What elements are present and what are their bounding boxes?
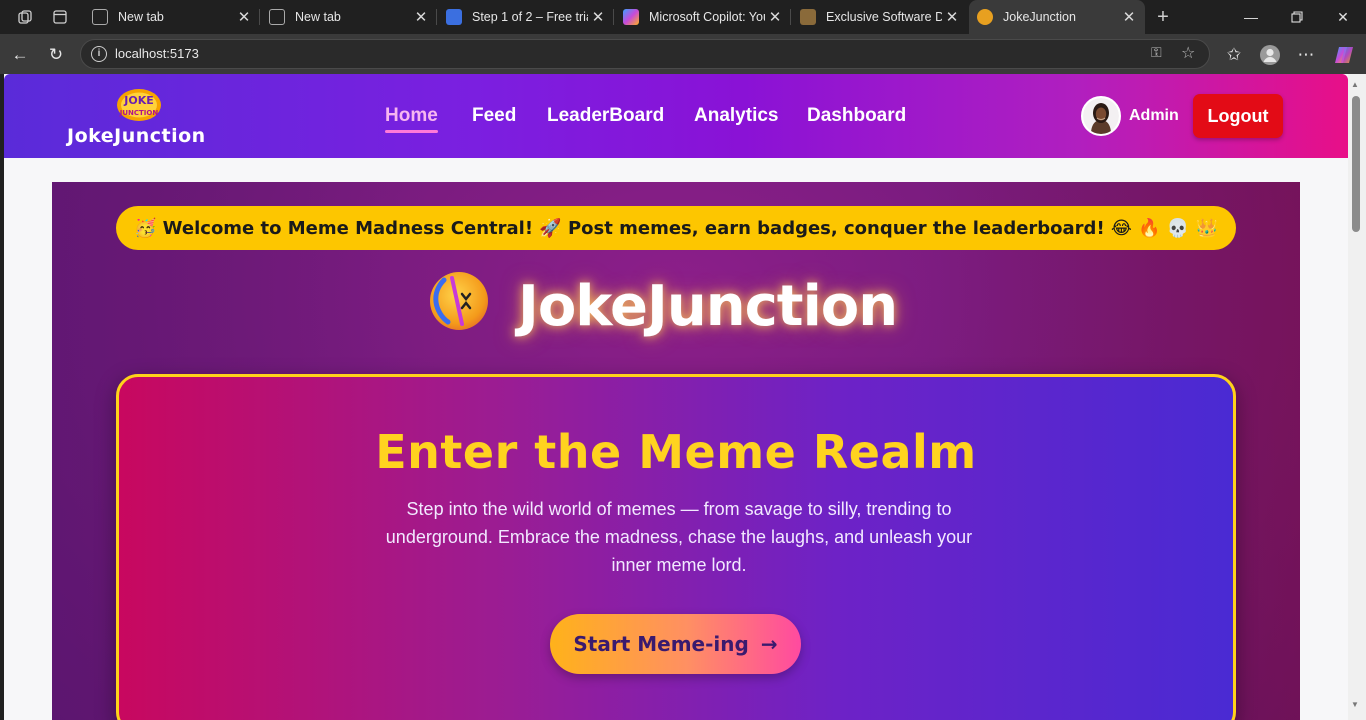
nav-link-leaderboard[interactable]: LeaderBoard — [547, 105, 664, 127]
close-icon[interactable]: ✕ — [1119, 8, 1139, 26]
logout-button[interactable]: Logout — [1193, 94, 1283, 138]
url-text[interactable]: localhost:5173 — [115, 46, 199, 61]
jokejunction-logo[interactable]: JOKE JUNCTION — [116, 88, 162, 122]
tab-exclusive-software[interactable]: Exclusive Software De ✕ — [792, 0, 968, 34]
jokejunction-favicon-icon — [977, 9, 993, 25]
nav-link-home[interactable]: Home — [385, 105, 438, 133]
favorites-icon[interactable]: ✩ — [1221, 42, 1247, 68]
close-icon[interactable]: ✕ — [588, 8, 608, 26]
tab-free-trial[interactable]: Step 1 of 2 – Free trial ✕ — [438, 0, 614, 34]
scroll-down-icon[interactable]: ▼ — [1351, 700, 1359, 709]
address-bar[interactable]: i localhost:5173 ⚿ ☆ — [80, 39, 1210, 69]
vertical-tabs-icon[interactable] — [49, 6, 71, 28]
refresh-icon[interactable]: ↻ — [43, 42, 69, 68]
close-icon[interactable]: ✕ — [234, 8, 254, 26]
restore-icon[interactable] — [1274, 0, 1320, 34]
hero-title: JokeJunction — [518, 274, 898, 339]
tab-jokejunction[interactable]: JokeJunction ✕ — [969, 0, 1145, 34]
site-navbar: JOKE JUNCTION JokeJunction Home Feed Lea… — [4, 74, 1348, 158]
web-page: JOKE JUNCTION JokeJunction Home Feed Lea… — [4, 74, 1348, 720]
arrow-right-icon: → — [760, 632, 778, 656]
card-title: Enter the Meme Realm — [375, 425, 977, 479]
nav-link-analytics[interactable]: Analytics — [694, 105, 778, 127]
window-close-icon[interactable]: ✕ — [1320, 0, 1366, 34]
copilot-icon[interactable] — [1331, 42, 1357, 68]
intro-card: Enter the Meme Realm Step into the wild … — [116, 374, 1236, 720]
more-icon[interactable]: ⋯ — [1293, 42, 1319, 68]
browser-toolbar: ← ↻ i localhost:5173 ⚿ ☆ ✩ ⋯ — [0, 34, 1366, 74]
scrollbar-thumb[interactable] — [1352, 96, 1360, 232]
gift-icon — [446, 9, 462, 25]
laughing-emoji-logo-icon — [428, 270, 490, 332]
logo-text-bottom: JUNCTION — [119, 109, 159, 117]
close-icon[interactable]: ✕ — [411, 8, 431, 26]
page-icon — [92, 9, 108, 25]
scroll-up-icon[interactable]: ▲ — [1351, 80, 1359, 89]
cta-label: Start Meme-ing — [573, 632, 749, 656]
hero-section: 🥳 Welcome to Meme Madness Central! 🚀 Pos… — [52, 182, 1300, 720]
logo-text-top: JOKE — [123, 94, 153, 107]
tab-title: Step 1 of 2 – Free trial — [472, 10, 588, 24]
tab-new-tab-2[interactable]: New tab ✕ — [261, 0, 437, 34]
brand-name[interactable]: JokeJunction — [67, 125, 206, 147]
site-icon — [800, 9, 816, 25]
copilot-icon — [623, 9, 639, 25]
workspaces-icon[interactable] — [14, 6, 36, 28]
welcome-marquee: 🥳 Welcome to Meme Madness Central! 🚀 Pos… — [116, 206, 1236, 250]
tab-title: JokeJunction — [1003, 10, 1076, 24]
user-name: Admin — [1129, 107, 1179, 124]
favorite-star-icon[interactable]: ☆ — [1181, 43, 1195, 63]
start-memeing-button[interactable]: Start Meme-ing → — [550, 614, 801, 674]
back-icon[interactable]: ← — [7, 42, 33, 68]
card-description: Step into the wild world of memes — from… — [385, 499, 973, 575]
tab-title: Exclusive Software De — [826, 10, 942, 24]
nav-link-feed[interactable]: Feed — [472, 105, 516, 127]
page-scrollbar[interactable]: ▲ ▼ — [1348, 74, 1366, 720]
tab-new-tab-1[interactable]: New tab ✕ — [84, 0, 260, 34]
nav-link-dashboard[interactable]: Dashboard — [807, 105, 906, 127]
close-icon[interactable]: ✕ — [942, 8, 962, 26]
minimize-icon[interactable]: — — [1228, 0, 1274, 34]
tab-title: Microsoft Copilot: You — [649, 10, 765, 24]
close-icon[interactable]: ✕ — [765, 8, 785, 26]
user-avatar[interactable] — [1081, 96, 1121, 136]
new-tab-icon[interactable]: + — [1152, 6, 1174, 28]
profile-icon[interactable] — [1257, 42, 1283, 68]
page-icon — [269, 9, 285, 25]
browser-tab-bar: New tab ✕ New tab ✕ Step 1 of 2 – Free t… — [0, 0, 1366, 34]
tab-title: New tab — [118, 10, 164, 24]
key-icon[interactable]: ⚿ — [1151, 44, 1162, 61]
tab-copilot[interactable]: Microsoft Copilot: You ✕ — [615, 0, 791, 34]
site-info-icon[interactable]: i — [91, 46, 107, 62]
tab-title: New tab — [295, 10, 341, 24]
